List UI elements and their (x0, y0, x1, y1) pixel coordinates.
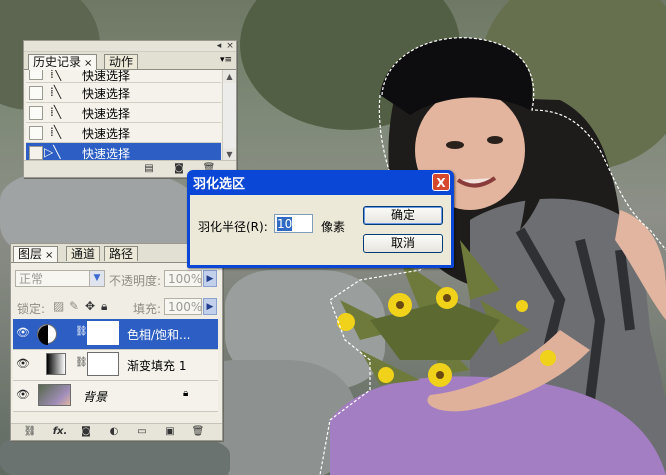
lock-label: 锁定: (17, 302, 46, 316)
adjustment-thumbnail-icon[interactable] (37, 324, 57, 345)
new-snapshot-icon[interactable]: ◙ (172, 162, 186, 175)
new-layer-icon[interactable]: ▣ (163, 425, 177, 438)
panel-menu-icon[interactable]: ▾≡ (220, 55, 232, 65)
history-panel-titlebar[interactable]: ◂ × (24, 41, 236, 52)
gradient-thumbnail-icon[interactable] (46, 353, 66, 375)
visibility-eye-icon[interactable]: 👁︎ (16, 327, 30, 339)
layer-name[interactable]: 背景 (83, 388, 107, 405)
link-chain-icon[interactable]: ⛓ (75, 326, 88, 337)
lock-transparency-icon[interactable]: ▨ (53, 299, 64, 313)
opacity-value: 100% (168, 272, 203, 286)
quick-selection-icon: ⁞╲ (50, 125, 62, 139)
blend-mode-select[interactable]: 正常 ▼ (15, 270, 105, 287)
history-source-checkbox[interactable] (29, 70, 43, 80)
lock-pixels-icon[interactable]: ✎ (69, 299, 79, 313)
fx-icon[interactable]: fx. (51, 425, 69, 438)
tab-paths-label: 路径 (109, 247, 134, 261)
adjustment-layer-icon[interactable]: ◐ (107, 425, 121, 438)
tab-layers-label: 图层 (18, 247, 43, 261)
unit-label: 像素 (321, 220, 346, 234)
quick-selection-icon: ▷╲ (44, 145, 61, 159)
opacity-input[interactable]: 100% (164, 270, 202, 287)
history-tab-bar: 历史记录 × 动作 ▾≡ (24, 52, 236, 70)
quick-selection-icon: ⁞╲ (50, 85, 62, 99)
history-state-row[interactable]: ⁞╲ 快速选择 (26, 83, 221, 103)
layers-footer: ⛓ fx. ◙ ◐ ▭ ▣ 🗑 (11, 423, 222, 440)
delete-layer-icon[interactable]: 🗑 (191, 425, 205, 438)
lock-icon: 🔒︎ (183, 388, 189, 399)
history-state-row[interactable]: ⁞╲ 快速选择 (26, 103, 221, 123)
history-scrollbar[interactable]: ▲ ▼ (222, 70, 236, 161)
tab-close-icon[interactable]: × (45, 250, 53, 261)
history-source-checkbox[interactable] (29, 86, 43, 100)
history-source-checkbox[interactable] (29, 146, 43, 160)
panel-close-icon[interactable]: × (226, 42, 234, 51)
history-state-label: 快速选择 (82, 70, 131, 83)
feather-radius-value: 10 (277, 217, 293, 231)
quick-selection-icon: ⁞╲ (50, 105, 62, 119)
fill-slider-button[interactable]: ▶ (203, 298, 217, 315)
tab-channels[interactable]: 通道 (66, 246, 101, 261)
tab-layers[interactable]: 图层 × (13, 246, 59, 262)
dialog-body: 羽化半径(R): 10 像素 确定 取消 (190, 195, 451, 265)
collapse-icon[interactable]: ◂ (215, 42, 223, 51)
lock-position-icon[interactable]: ✥ (85, 299, 95, 313)
history-panel: ◂ × 历史记录 × 动作 ▾≡ ⁞╲ 快速选择 ⁞╲ 快速选择 ⁞╲ 快速选择 … (23, 40, 237, 178)
add-mask-icon[interactable]: ◙ (79, 425, 93, 438)
scroll-up-icon[interactable]: ▲ (223, 70, 236, 83)
layer-mask-thumbnail[interactable] (87, 352, 119, 376)
layer-row-hue-saturation[interactable]: 👁︎ ⛓ 色相/饱和... (13, 319, 218, 350)
new-document-from-state-icon[interactable]: ▤ (142, 162, 156, 175)
feather-radius-input[interactable]: 10 (274, 214, 313, 233)
history-state-label: 快速选择 (82, 107, 131, 121)
fill-label: 填充: (133, 302, 162, 316)
tab-history[interactable]: 历史记录 × (28, 54, 98, 70)
tab-channels-label: 通道 (71, 247, 96, 261)
layer-mask-thumbnail[interactable] (87, 321, 119, 345)
opacity-label: 不透明度: (109, 274, 162, 288)
layer-name[interactable]: 渐变填充 1 (127, 357, 186, 374)
feather-selection-dialog: 羽化选区 X 羽化半径(R): 10 像素 确定 取消 (187, 170, 454, 268)
history-state-row[interactable]: ⁞╲ 快速选择 (26, 70, 221, 83)
link-chain-icon[interactable]: ⛓ (75, 357, 88, 368)
close-icon[interactable]: X (432, 173, 450, 191)
feather-radius-label: 羽化半径(R): (198, 220, 268, 234)
background-thumbnail[interactable] (38, 384, 71, 406)
chevron-down-icon[interactable]: ▼ (89, 271, 104, 286)
blend-mode-value: 正常 (19, 272, 44, 286)
layers-panel: 图层 × 通道 路径 正常 ▼ 不透明度: 100% ▶ 锁定: ▨ ✎ ✥ 🔒︎… (10, 243, 223, 441)
layer-row-background[interactable]: 👁︎ 背景 🔒︎ (13, 381, 218, 412)
link-layers-icon[interactable]: ⛓ (23, 425, 37, 438)
cancel-button[interactable]: 取消 (363, 234, 443, 253)
tab-paths[interactable]: 路径 (104, 246, 139, 261)
lock-all-icon[interactable]: 🔒︎ (101, 299, 107, 314)
ok-button[interactable]: 确定 (363, 206, 443, 225)
visibility-eye-icon[interactable]: 👁︎ (16, 358, 30, 370)
fill-value: 100% (168, 300, 203, 314)
history-source-checkbox[interactable] (29, 126, 43, 140)
history-state-label: 快速选择 (82, 127, 131, 141)
layer-row-gradient-fill[interactable]: 👁︎ ⛓ 渐变填充 1 (13, 350, 218, 381)
tab-actions-label: 动作 (109, 55, 134, 69)
tab-history-label: 历史记录 (33, 55, 82, 69)
new-group-icon[interactable]: ▭ (135, 425, 149, 438)
quick-selection-icon: ⁞╲ (50, 70, 62, 81)
opacity-slider-button[interactable]: ▶ (203, 270, 217, 287)
history-state-label: 快速选择 (82, 87, 131, 101)
tab-close-icon[interactable]: × (84, 58, 92, 69)
visibility-eye-icon[interactable]: 👁︎ (16, 389, 30, 401)
fill-input[interactable]: 100% (164, 298, 202, 315)
history-state-row[interactable]: ⁞╲ 快速选择 (26, 123, 221, 143)
dialog-title: 羽化选区 (193, 177, 246, 192)
tab-actions[interactable]: 动作 (104, 54, 139, 69)
history-source-checkbox[interactable] (29, 106, 43, 120)
layer-name[interactable]: 色相/饱和... (127, 326, 191, 343)
